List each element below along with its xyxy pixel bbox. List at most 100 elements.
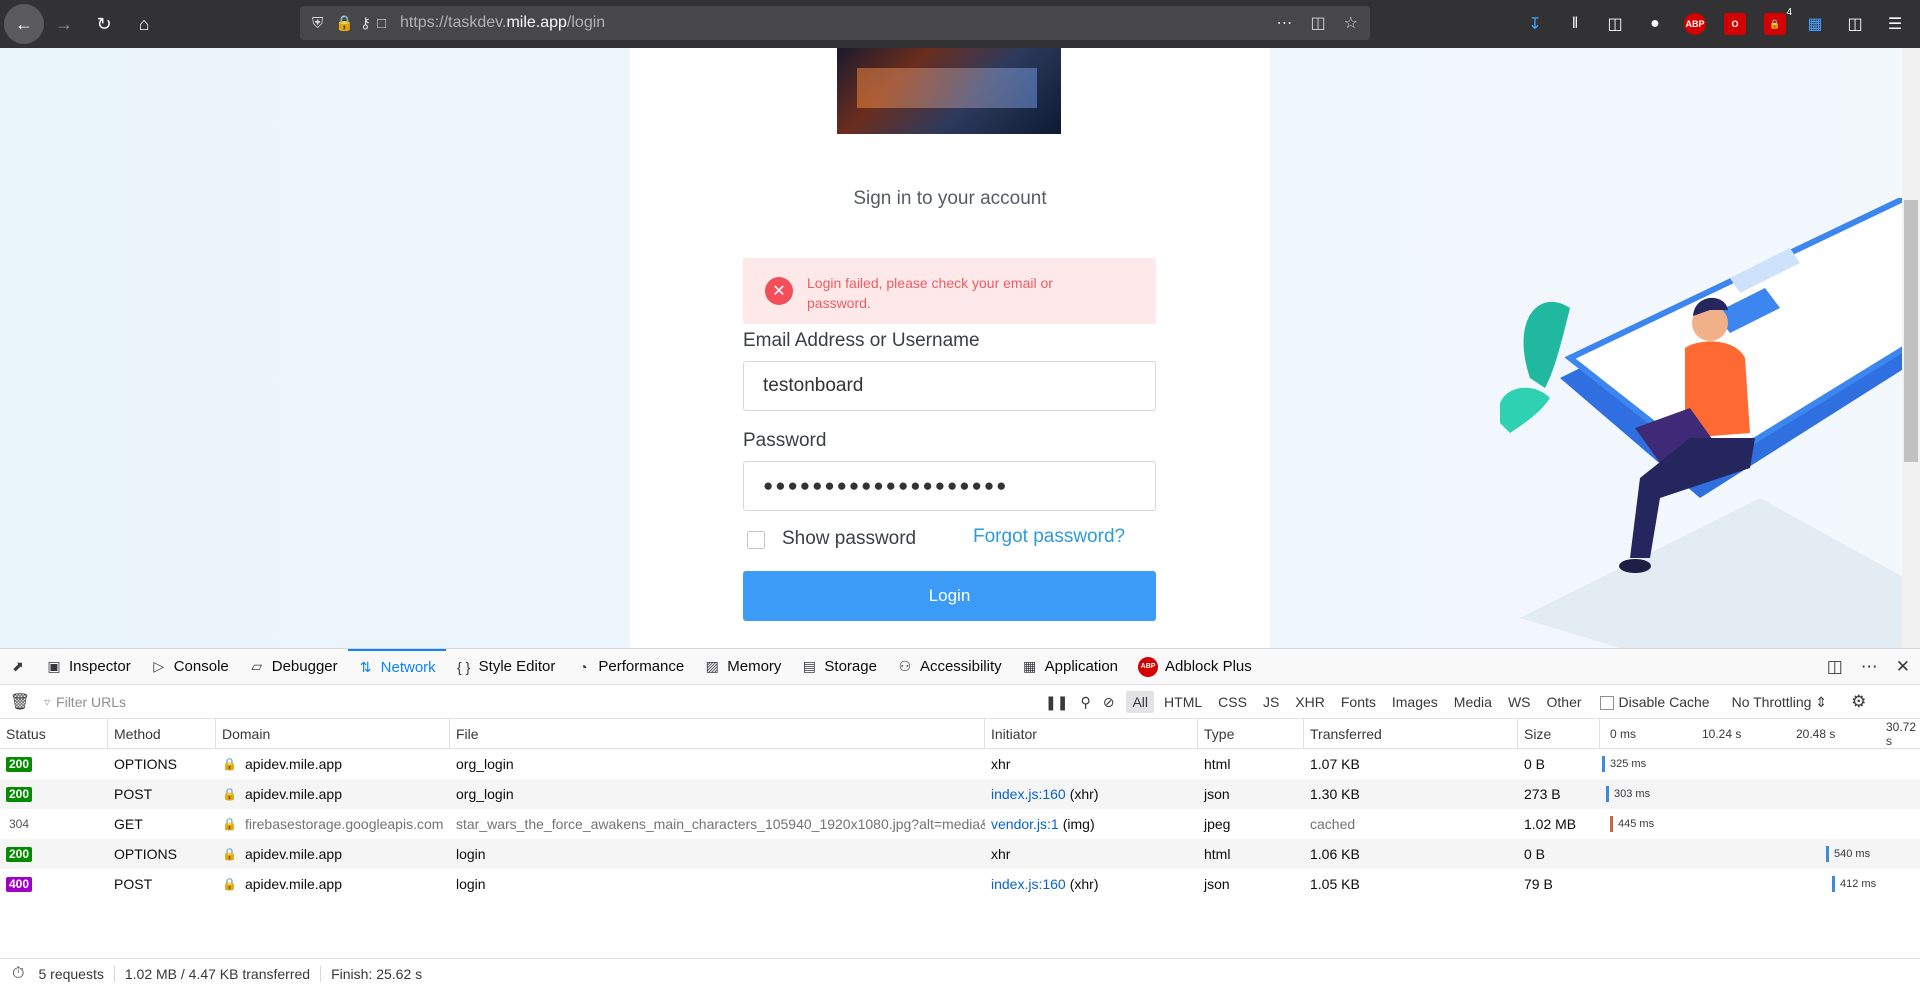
table-row[interactable]: 200 OPTIONS 🔒 apidev.mile.app login xhr html 1.… bbox=[0, 839, 1920, 869]
downloads-icon[interactable]: ↧ bbox=[1520, 9, 1550, 39]
waterfall-bar[interactable] bbox=[1826, 846, 1829, 862]
filter-type-fonts[interactable]: Fonts bbox=[1335, 691, 1382, 713]
disable-cache-checkbox[interactable] bbox=[1599, 696, 1614, 711]
dock-toggle-icon[interactable]: ◫ bbox=[1827, 657, 1843, 677]
opera-extension-icon[interactable]: O bbox=[1720, 9, 1750, 39]
tab-style-editor[interactable]: { } Style Editor bbox=[446, 649, 566, 685]
library-icon[interactable]: ‖ bbox=[1560, 9, 1590, 39]
account-icon[interactable]: ● bbox=[1640, 9, 1670, 39]
table-row[interactable]: 304 GET 🔒 firebasestorage.googleapis.com sta… bbox=[0, 809, 1920, 839]
network-settings-icon[interactable]: ⚙ bbox=[1851, 692, 1866, 712]
page-actions-icon[interactable]: ⋯ bbox=[1277, 13, 1293, 33]
filter-urls-input[interactable]: Filter URLs bbox=[56, 694, 126, 710]
tabs-extension-icon[interactable]: ▦ bbox=[1800, 9, 1830, 39]
waterfall-bar[interactable] bbox=[1832, 876, 1835, 892]
bookmark-star-icon[interactable]: ☆ bbox=[1344, 13, 1358, 33]
tab-inspector[interactable]: ▣ Inspector bbox=[36, 649, 141, 685]
forward-icon[interactable]: → bbox=[44, 4, 84, 44]
close-devtools-icon[interactable]: ✕ bbox=[1896, 657, 1910, 677]
stopwatch-icon[interactable]: ⏱ bbox=[12, 965, 24, 983]
initiator-cell: index.js:160 (xhr) bbox=[985, 779, 1198, 809]
tab-network[interactable]: ⇅ Network bbox=[347, 648, 446, 685]
privacy-extension-icon[interactable]: 🔒 4 bbox=[1760, 7, 1792, 39]
waterfall-bar[interactable] bbox=[1606, 786, 1609, 802]
error-icon: ✕ bbox=[765, 277, 793, 305]
menu-icon[interactable]: ☰ bbox=[1880, 9, 1910, 39]
page-scrollbar-thumb[interactable] bbox=[1904, 200, 1918, 462]
tab-label: Application bbox=[1044, 658, 1119, 675]
table-row[interactable]: 200 OPTIONS 🔒 apidev.mile.app org_login xhr ht… bbox=[0, 749, 1920, 779]
search-icon[interactable]: ⚲ bbox=[1080, 694, 1090, 711]
forgot-password-link[interactable]: Forgot password? bbox=[973, 526, 1125, 548]
status-badge: 200 bbox=[6, 756, 33, 772]
column-header-method[interactable]: Method bbox=[108, 719, 216, 749]
filter-type-xhr[interactable]: XHR bbox=[1289, 691, 1331, 713]
back-icon[interactable]: ← bbox=[4, 4, 44, 44]
type-cell: html bbox=[1204, 756, 1231, 772]
show-password-label[interactable]: Show password bbox=[782, 528, 916, 550]
page-scrollbar[interactable] bbox=[1902, 48, 1920, 648]
initiator-link[interactable]: index.js:160 bbox=[991, 786, 1066, 802]
show-password-checkbox[interactable] bbox=[747, 531, 765, 549]
column-header-type[interactable]: Type bbox=[1198, 719, 1304, 749]
filter-type-js[interactable]: JS bbox=[1257, 691, 1285, 713]
throttling-value: No Throttling bbox=[1731, 693, 1812, 710]
adblock-plus-icon[interactable]: ABP bbox=[1680, 9, 1710, 39]
status-cell: 304 bbox=[0, 809, 108, 839]
column-header-size[interactable]: Size bbox=[1518, 719, 1600, 749]
column-header-file[interactable]: File bbox=[450, 719, 985, 749]
throttling-select[interactable]: No Throttling ⇕ bbox=[1732, 694, 1828, 711]
waterfall-bar[interactable] bbox=[1610, 816, 1613, 832]
permissions-icon[interactable]: □ bbox=[377, 15, 386, 32]
table-row[interactable]: 400 POST 🔒 apidev.mile.app login index.js:160… bbox=[0, 869, 1920, 899]
block-icon[interactable]: ⊘ bbox=[1103, 694, 1115, 711]
sidebar-icon[interactable]: ◫ bbox=[1600, 9, 1630, 39]
filter-type-images[interactable]: Images bbox=[1386, 691, 1444, 713]
initiator-link: xhr bbox=[991, 756, 1011, 772]
tab-application[interactable]: ▦ Application bbox=[1012, 649, 1128, 685]
disable-cache-toggle[interactable]: Disable Cache bbox=[1599, 694, 1710, 711]
method-cell: POST bbox=[114, 876, 153, 892]
email-field[interactable]: testonboard bbox=[743, 361, 1156, 411]
shield-icon[interactable]: ⛨ bbox=[312, 15, 323, 32]
column-header-domain[interactable]: Domain bbox=[216, 719, 450, 749]
pocket-icon[interactable]: ◫ bbox=[1311, 13, 1326, 33]
devtools-tabbar: ⬈ ▣ Inspector ▷ Console ▱ Debugger ⇅ Network { }… bbox=[0, 648, 1920, 685]
url-text[interactable]: https://taskdev.mile.app/login bbox=[400, 14, 605, 32]
tab-memory[interactable]: ▨ Memory bbox=[694, 649, 791, 685]
element-picker-button[interactable]: ⬈ bbox=[0, 649, 36, 685]
tab-debugger[interactable]: ▱ Debugger bbox=[239, 649, 348, 685]
table-row[interactable]: 200 POST 🔒 apidev.mile.app org_login index.js… bbox=[0, 779, 1920, 809]
key-icon[interactable]: ⚷ bbox=[360, 14, 371, 32]
reload-icon[interactable]: ↻ bbox=[84, 4, 124, 44]
tab-console[interactable]: ▷ Console bbox=[141, 649, 239, 685]
column-header-transferred[interactable]: Transferred bbox=[1304, 719, 1518, 749]
waterfall-bar[interactable] bbox=[1602, 756, 1605, 772]
lock-icon[interactable]: 🔒 bbox=[335, 14, 354, 32]
trash-icon[interactable]: 🗑 bbox=[0, 692, 40, 712]
filter-type-other[interactable]: Other bbox=[1541, 691, 1588, 713]
login-button[interactable]: Login bbox=[743, 571, 1156, 621]
column-header-status[interactable]: Status bbox=[0, 719, 108, 749]
domain-text: apidev.mile.app bbox=[244, 846, 342, 862]
initiator-link[interactable]: vendor.js:1 bbox=[991, 816, 1059, 832]
tab-adblock-plus[interactable]: ABP Adblock Plus bbox=[1128, 649, 1262, 685]
filter-type-all[interactable]: All bbox=[1126, 691, 1155, 713]
gift-icon[interactable]: ◫ bbox=[1840, 9, 1870, 39]
pause-icon[interactable]: ❚❚ bbox=[1045, 694, 1068, 711]
tab-label: Performance bbox=[598, 658, 685, 675]
home-icon[interactable]: ⌂ bbox=[124, 4, 164, 44]
tab-performance[interactable]: ◔ Performance bbox=[565, 649, 694, 685]
url-bar[interactable]: ⛨ 🔒 ⚷ □ https://taskdev.mile.app/login ⋯… bbox=[300, 6, 1370, 40]
password-field[interactable]: ●●●●●●●●●●●●●●●●●●●● bbox=[743, 461, 1156, 511]
filter-type-html[interactable]: HTML bbox=[1158, 691, 1208, 713]
column-header-initiator[interactable]: Initiator bbox=[985, 719, 1198, 749]
filter-type-media[interactable]: Media bbox=[1448, 691, 1498, 713]
tab-storage[interactable]: ▤ Storage bbox=[791, 649, 887, 685]
initiator-link[interactable]: index.js:160 bbox=[991, 876, 1066, 892]
filter-type-css[interactable]: CSS bbox=[1212, 691, 1253, 713]
tab-accessibility[interactable]: ⚇ Accessibility bbox=[887, 649, 1012, 685]
devtools-options-icon[interactable]: ⋯ bbox=[1861, 657, 1878, 677]
filter-type-ws[interactable]: WS bbox=[1502, 691, 1537, 713]
file-cell: login bbox=[456, 876, 486, 892]
